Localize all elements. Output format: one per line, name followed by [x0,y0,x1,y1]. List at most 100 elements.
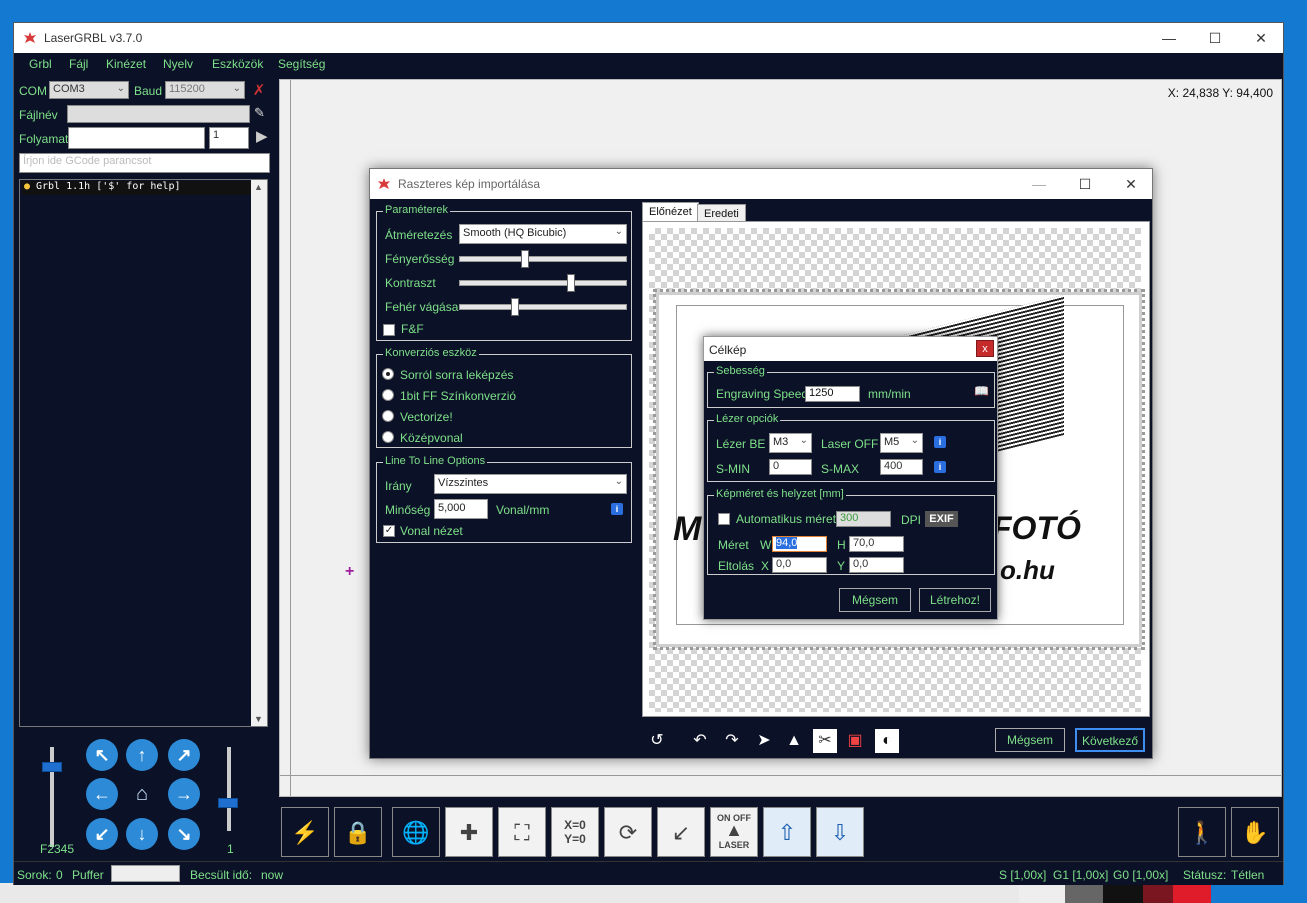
grayscale-icon[interactable]: ◐ [875,729,899,753]
globe-icon[interactable]: 🌐 [392,807,440,857]
jog-s-button[interactable]: ↓ [126,818,158,850]
cancel-button[interactable]: Mégsem [995,728,1065,752]
rotate-left-icon[interactable]: ↺ [645,729,669,753]
connect-icon[interactable]: ✗ [249,81,269,101]
cancel-button[interactable]: Mégsem [839,588,911,612]
quality-value: 5,000 [438,502,466,514]
z-up-icon[interactable]: ⇧ [763,807,811,857]
close-button[interactable]: ✕ [1108,169,1154,199]
engraving-speed-input[interactable]: 1250 [805,386,860,402]
jog-ne-button[interactable]: ↗ [168,739,200,771]
maximize-button[interactable]: ☐ [1192,23,1238,53]
resize-select[interactable]: Smooth (HQ Bicubic) ⌄ [459,224,627,244]
contrast-slider[interactable] [459,274,627,292]
scroll-up-icon[interactable]: ▲ [254,182,263,192]
conv-vectorize-radio[interactable] [382,410,394,422]
flash-icon[interactable]: ⚡ [281,807,329,857]
brightness-slider[interactable] [459,250,627,268]
gcode-input[interactable]: Írjon ide GCode parancsot [19,153,270,173]
xy-zero-icon[interactable]: X=0 Y=0 [551,807,599,857]
conv-1bit-radio[interactable] [382,389,394,401]
minimize-button[interactable]: — [1016,169,1062,199]
z-down-icon[interactable]: ⇩ [816,807,864,857]
parameters-group: Paraméterek Átméretezés Smooth (HQ Bicub… [376,204,632,341]
jog-se-button[interactable]: ↘ [168,818,200,850]
jog-w-button[interactable]: ← [86,778,118,810]
laser-toggle-icon[interactable]: ON OFF ▲ LASER [710,807,758,857]
info-icon[interactable]: i [934,461,946,473]
open-file-icon[interactable]: ✎ [254,105,270,123]
quality-stepper[interactable]: 5,000 [434,499,488,519]
maximize-button[interactable]: ☐ [1062,169,1108,199]
contrast-label: Kontraszt [385,276,436,290]
auto-size-checkbox[interactable] [718,513,730,525]
s-override[interactable]: S [1,00x] [999,868,1046,882]
home-icon[interactable]: ⌂ [126,778,158,810]
walk-icon[interactable]: 🚶 [1178,807,1226,857]
com-select[interactable]: COM3 ⌄ [49,81,129,99]
menu-language[interactable]: Nyelv [163,57,193,71]
rotate-ccw-icon[interactable]: ↶ [688,729,712,753]
console-scrollbar[interactable]: ▲ ▼ [251,180,267,726]
frame-icon[interactable]: ⛶ [498,807,546,857]
height-input[interactable]: 70,0 [849,536,904,552]
close-button[interactable]: ✕ [1238,23,1284,53]
step-slider-thumb[interactable] [218,798,238,808]
dpi-input[interactable]: 300 [836,511,891,527]
tab-original[interactable]: Eredeti [697,204,746,222]
exif-button[interactable]: EXIF [925,511,958,527]
white-clip-slider[interactable] [459,298,627,316]
menu-tools[interactable]: Eszközök [212,57,263,71]
crop-icon[interactable]: ✂ [813,729,837,753]
rotate-icon[interactable]: ⟳ [604,807,652,857]
laser-on-select[interactable]: M3 ⌄ [769,433,812,453]
conv-centerline-radio[interactable] [382,431,394,443]
contrast-thumb[interactable] [567,274,575,292]
laser-off-select[interactable]: M5 ⌄ [880,433,923,453]
menu-view[interactable]: Kinézet [106,57,146,71]
create-button[interactable]: Létrehoz! [919,588,991,612]
tab-preview[interactable]: Előnézet [642,202,699,222]
rotate-cw-icon[interactable]: ↷ [720,729,744,753]
repeat-count-stepper[interactable]: 1 [209,127,249,149]
jog-nw-button[interactable]: ↖ [86,739,118,771]
pen-icon[interactable]: ↙ [657,807,705,857]
width-input[interactable]: 94,0 [772,536,827,552]
baud-select[interactable]: 115200 ⌄ [165,81,245,99]
lock-icon[interactable]: 🔒 [334,807,382,857]
conv-line-by-line-radio[interactable] [382,368,394,380]
direction-select[interactable]: Vízszintes ⌄ [434,474,627,494]
smin-input[interactable]: 0 [769,459,812,475]
offset-y-input[interactable]: 0,0 [849,557,904,573]
flip-horizontal-icon[interactable]: ➤ [752,729,776,753]
feed-slider-thumb[interactable] [42,762,62,772]
offset-x-input[interactable]: 0,0 [772,557,827,573]
jog-sw-button[interactable]: ↙ [86,818,118,850]
line-preview-checkbox[interactable]: ✓ [383,525,395,537]
smax-input[interactable]: 400 [880,459,923,475]
minimize-button[interactable]: — [1146,23,1192,53]
invert-icon[interactable]: ▣ [843,729,867,753]
flip-vertical-icon[interactable]: ▲ [782,729,806,753]
menu-file[interactable]: Fájl [69,57,88,71]
menu-grbl[interactable]: Grbl [29,57,52,71]
close-button[interactable]: x [976,340,994,357]
center-icon[interactable]: ✚ [445,807,493,857]
brightness-thumb[interactable] [521,250,529,268]
jog-e-button[interactable]: → [168,778,200,810]
g0-override[interactable]: G0 [1,00x] [1113,868,1168,882]
smax-label: S-MAX [821,462,860,476]
run-icon[interactable]: ▶ [256,127,268,145]
scroll-down-icon[interactable]: ▼ [254,714,263,724]
jog-n-button[interactable]: ↑ [126,739,158,771]
white-clip-thumb[interactable] [511,298,519,316]
stop-hand-icon[interactable]: ✋ [1231,807,1279,857]
info-icon[interactable]: i [611,503,623,515]
ff-checkbox[interactable] [383,324,395,336]
menu-help[interactable]: Segítség [278,57,325,71]
book-icon[interactable]: 📖 [974,384,989,398]
next-button[interactable]: Következő [1075,728,1145,752]
g1-override[interactable]: G1 [1,00x] [1053,868,1108,882]
info-icon[interactable]: i [934,436,946,448]
step-slider[interactable] [227,747,231,831]
